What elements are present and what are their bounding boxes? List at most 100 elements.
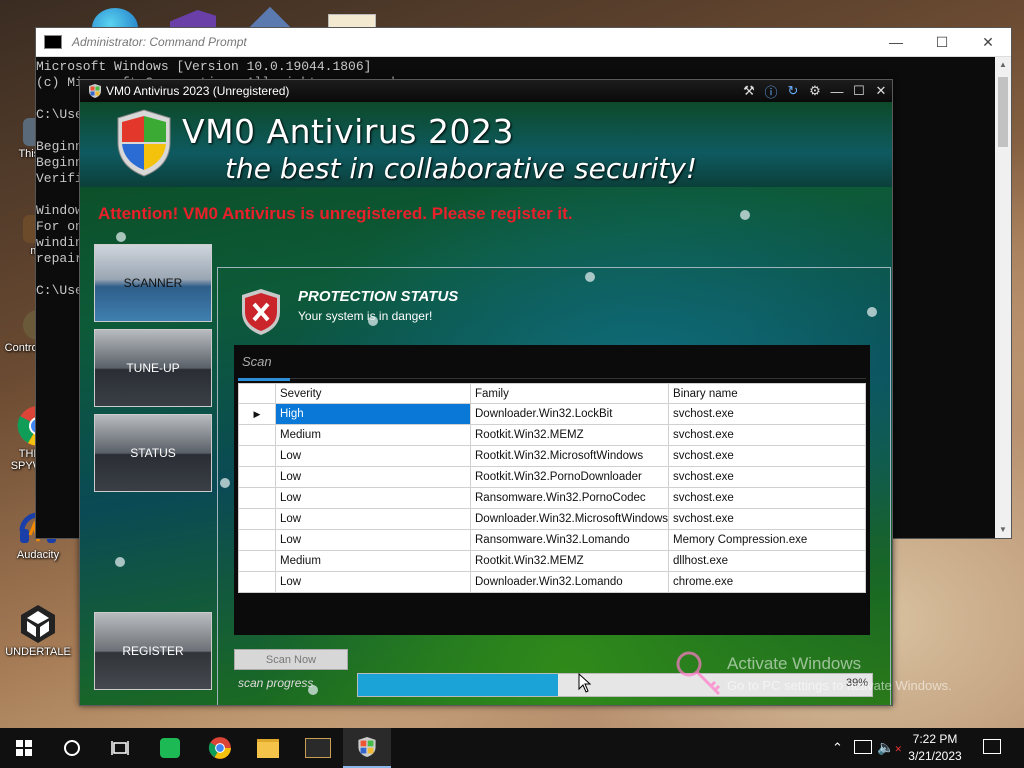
binary-cell[interactable]: Memory Compression.exe bbox=[668, 529, 866, 551]
scroll-thumb[interactable] bbox=[998, 77, 1008, 147]
gear-icon[interactable]: ⚙ bbox=[804, 83, 826, 99]
tray-chevron-icon[interactable]: ⌃ bbox=[832, 740, 843, 756]
maximize-icon[interactable]: ☐ bbox=[919, 34, 965, 51]
tab-scan[interactable]: Scan bbox=[242, 354, 272, 369]
refresh-icon[interactable]: ↻ bbox=[782, 83, 804, 99]
row-header[interactable] bbox=[238, 424, 276, 446]
binary-cell[interactable]: svchost.exe bbox=[668, 445, 866, 467]
protection-status-subtitle: Your system is in danger! bbox=[298, 309, 433, 323]
table-row[interactable]: Medium Rootkit.Win32.MEMZ dllhost.exe bbox=[238, 550, 866, 572]
family-cell[interactable]: Rootkit.Win32.MEMZ bbox=[469, 424, 670, 446]
severity-cell[interactable]: Medium bbox=[275, 550, 471, 572]
tools-icon[interactable]: ⚒ bbox=[738, 83, 760, 99]
binary-cell[interactable]: svchost.exe bbox=[668, 487, 866, 509]
table-row[interactable]: Low Ransomware.Win32.Lomando Memory Compre… bbox=[238, 529, 866, 551]
family-cell[interactable]: Downloader.Win32.LockBit bbox=[469, 403, 670, 425]
severity-cell[interactable]: Low bbox=[275, 508, 471, 530]
table-row[interactable]: ▶ High Downloader.Win32.LockBit svchost.exe bbox=[238, 403, 866, 425]
snow-dot bbox=[368, 316, 378, 326]
desktop-icon-undertale[interactable]: UNDERTALE bbox=[2, 602, 74, 658]
current-row-indicator-icon[interactable]: ▶ bbox=[238, 403, 276, 425]
cmd-line: Microsoft Windows [Version 10.0.19044.18… bbox=[36, 59, 372, 74]
snow-dot bbox=[115, 557, 125, 567]
severity-cell[interactable]: Medium bbox=[275, 424, 471, 446]
minimize-icon[interactable]: — bbox=[873, 34, 919, 50]
antivirus-window[interactable]: VM0 Antivirus 2023 (Unregistered) ⚒ ⓘ ↻ … bbox=[79, 79, 893, 706]
family-cell[interactable]: Downloader.Win32.Lomando bbox=[469, 571, 670, 593]
snow-dot bbox=[585, 272, 595, 282]
column-header-binary[interactable]: Binary name bbox=[668, 383, 866, 404]
table-row[interactable]: Low Ransomware.Win32.PornoCodec svchost.ex… bbox=[238, 487, 866, 509]
cmd-icon bbox=[44, 35, 62, 49]
scan-now-button[interactable]: Scan Now bbox=[234, 649, 348, 670]
snow-dot bbox=[740, 210, 750, 220]
taskbar-clock[interactable]: 7:22 PM 3/21/2023 bbox=[904, 731, 966, 765]
row-header[interactable] bbox=[238, 487, 276, 509]
minimize-icon[interactable]: — bbox=[826, 84, 848, 99]
severity-cell[interactable]: Low bbox=[275, 466, 471, 488]
row-header[interactable] bbox=[238, 466, 276, 488]
close-icon[interactable]: ✕ bbox=[870, 83, 892, 99]
binary-cell[interactable]: svchost.exe bbox=[668, 424, 866, 446]
column-header-severity[interactable]: Severity bbox=[275, 383, 471, 404]
family-cell[interactable]: Downloader.Win32.MicrosoftWindows bbox=[469, 508, 670, 530]
family-cell[interactable]: Ransomware.Win32.Lomando bbox=[469, 529, 670, 551]
row-header[interactable] bbox=[238, 445, 276, 467]
severity-cell[interactable]: Low bbox=[275, 571, 471, 593]
close-icon[interactable]: ✕ bbox=[965, 34, 1011, 51]
cmd-titlebar[interactable]: Administrator: Command Prompt — ☐ ✕ bbox=[36, 28, 1011, 57]
clock-date: 3/21/2023 bbox=[908, 749, 962, 763]
family-cell[interactable]: Rootkit.Win32.MEMZ bbox=[469, 550, 670, 572]
snow-dot bbox=[867, 307, 877, 317]
key-icon bbox=[676, 651, 721, 696]
taskbar-app-antivirus[interactable] bbox=[343, 728, 391, 768]
nav-scanner-button[interactable]: SCANNER bbox=[94, 244, 212, 322]
family-cell[interactable]: Rootkit.Win32.PornoDownloader bbox=[469, 466, 670, 488]
row-header[interactable] bbox=[238, 508, 276, 530]
taskbar-app-chrome[interactable] bbox=[196, 728, 244, 768]
binary-cell[interactable]: chrome.exe bbox=[668, 571, 866, 593]
volume-muted-icon[interactable]: 🔈✕ bbox=[877, 739, 902, 756]
column-header-family[interactable]: Family bbox=[469, 383, 670, 404]
scroll-down-icon[interactable]: ▼ bbox=[995, 522, 1011, 538]
table-row[interactable]: Low Rootkit.Win32.MicrosoftWindows svchost… bbox=[238, 445, 866, 467]
family-cell[interactable]: Ransomware.Win32.PornoCodec bbox=[469, 487, 670, 509]
maximize-icon[interactable]: ☐ bbox=[848, 83, 870, 99]
row-header[interactable] bbox=[238, 571, 276, 593]
scroll-up-icon[interactable]: ▲ bbox=[995, 57, 1011, 73]
taskbar-app-cmd[interactable] bbox=[294, 728, 342, 768]
binary-cell[interactable]: svchost.exe bbox=[668, 466, 866, 488]
table-row[interactable]: Low Downloader.Win32.MicrosoftWindows svch… bbox=[238, 508, 866, 530]
nav-status-button[interactable]: STATUS bbox=[94, 414, 212, 492]
taskbar-app-notes[interactable] bbox=[146, 728, 194, 768]
network-icon[interactable] bbox=[854, 740, 872, 754]
taskbar-app-explorer[interactable] bbox=[244, 728, 292, 768]
severity-cell[interactable]: Low bbox=[275, 529, 471, 551]
row-header[interactable] bbox=[238, 529, 276, 551]
nav-register-button[interactable]: REGISTER bbox=[94, 612, 212, 690]
av-main: VM0 Antivirus 2023 the best in collabora… bbox=[80, 102, 892, 705]
threats-table[interactable]: Severity Family Binary name ▶ High Downloa… bbox=[238, 383, 866, 593]
table-row[interactable]: Low Rootkit.Win32.PornoDownloader svchost.… bbox=[238, 466, 866, 488]
search-button[interactable] bbox=[48, 728, 96, 768]
unity-icon bbox=[21, 605, 55, 643]
severity-cell[interactable]: High bbox=[275, 403, 471, 425]
help-icon[interactable]: ⓘ bbox=[760, 82, 782, 101]
table-row[interactable]: Medium Rootkit.Win32.MEMZ svchost.exe bbox=[238, 424, 866, 446]
binary-cell[interactable]: dllhost.exe bbox=[668, 550, 866, 572]
nav-tuneup-button[interactable]: TUNE-UP bbox=[94, 329, 212, 407]
severity-cell[interactable]: Low bbox=[275, 487, 471, 509]
binary-cell[interactable]: svchost.exe bbox=[668, 508, 866, 530]
severity-cell[interactable]: Low bbox=[275, 445, 471, 467]
cmd-scrollbar[interactable]: ▲ ▼ bbox=[995, 57, 1011, 538]
family-cell[interactable]: Rootkit.Win32.MicrosoftWindows bbox=[469, 445, 670, 467]
table-row[interactable]: Low Downloader.Win32.Lomando chrome.exe bbox=[238, 571, 866, 593]
av-titlebar[interactable]: VM0 Antivirus 2023 (Unregistered) ⚒ ⓘ ↻ … bbox=[80, 80, 892, 102]
task-view-button[interactable] bbox=[96, 728, 144, 768]
tab-divider bbox=[238, 378, 866, 379]
row-header[interactable] bbox=[238, 550, 276, 572]
binary-cell[interactable]: svchost.exe bbox=[668, 403, 866, 425]
start-button[interactable] bbox=[0, 728, 48, 768]
shield-icon bbox=[358, 737, 376, 757]
notifications-icon[interactable] bbox=[983, 739, 1001, 754]
